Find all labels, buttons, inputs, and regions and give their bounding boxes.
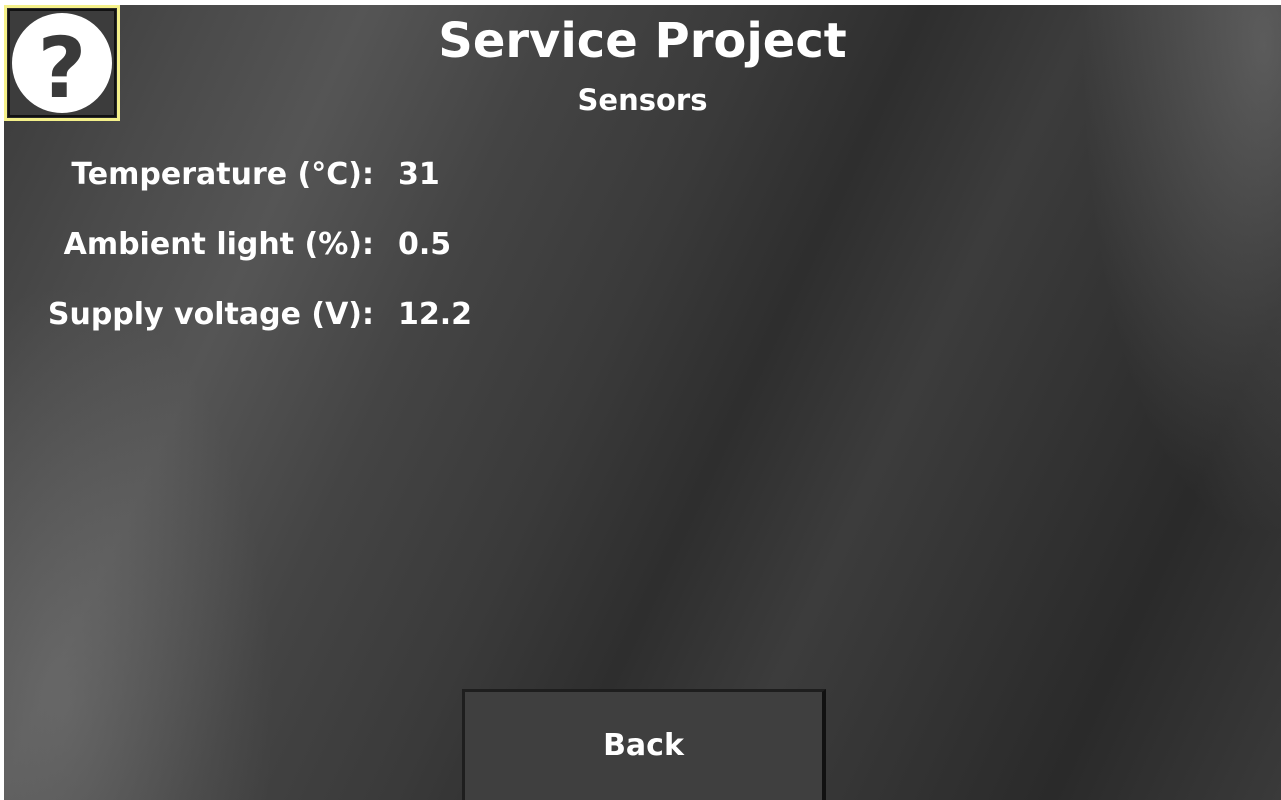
sensor-row-supply-voltage: Supply voltage (V): 12.2 — [4, 295, 704, 335]
back-button[interactable]: Back — [462, 689, 826, 800]
back-button-label: Back — [603, 728, 684, 763]
sensor-label: Temperature (°C): — [71, 157, 374, 192]
sensor-row-ambient-light: Ambient light (%): 0.5 — [4, 225, 704, 265]
app-title: Service Project — [438, 13, 847, 69]
sensor-value: 0.5 — [398, 227, 452, 262]
page-subtitle: Sensors — [577, 83, 708, 117]
sensor-value: 31 — [398, 157, 440, 192]
sensor-label: Supply voltage (V): — [47, 297, 374, 332]
screen: ? Service Project Sensors Temperature (°… — [4, 5, 1281, 800]
sensor-value: 12.2 — [398, 297, 473, 332]
sensor-row-temperature: Temperature (°C): 31 — [4, 155, 704, 195]
sensor-label: Ambient light (%): — [63, 227, 374, 262]
